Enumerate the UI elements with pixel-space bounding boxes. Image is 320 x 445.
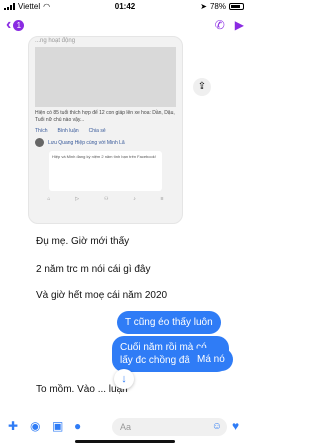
message-bubble: Đụ mẹ. Giờ mới thấy [28,230,138,253]
post-image [35,47,176,107]
menu-icon: ≡ [160,196,164,202]
home-indicator [75,440,175,443]
composer-bar: ✚ ◉ ▣ ● Aa ☺ ♥ [0,415,250,439]
photo-icon[interactable]: ▣ [52,419,63,433]
header-actions: ✆ ▶ [215,18,244,32]
video-icon: ▷ [75,196,80,202]
message-bubble: 2 năm trc m nói cái gì đây [28,258,159,281]
emoji-icon[interactable]: ☺ [212,418,222,436]
location-icon: ➤ [200,2,207,11]
shared-image[interactable]: ...ng hoạt động Hiện có 85 tuổi thích hợ… [28,36,183,224]
post-user-text: Lưu Quang Hiệp cùng với Minh Lã [48,139,125,146]
phone-icon[interactable]: ✆ [215,18,225,32]
conversation-header: ‹ 1 ✆ ▶ [0,14,250,36]
people-icon: ⚇ [103,196,109,202]
post-user-line: Lưu Quang Hiệp cùng với Minh Lã [35,138,176,147]
bell-icon: ♪ [133,196,136,202]
post-actions: Thích Bình luận Chia sẻ [35,128,176,134]
post-caption: Hiện có 85 tuổi thích hợp để 12 con giáp… [35,110,175,123]
battery-group: ➤ 78% [200,2,244,11]
chevron-left-icon: ‹ [6,16,12,33]
comment-action: Bình luận [57,128,79,134]
like-thumb-icon[interactable]: ♥ [232,419,239,433]
message-placeholder: Aa [120,422,132,432]
like-action: Thích [35,128,48,134]
avatar [35,138,44,147]
fb-nav-bar: ⌂ ▷ ⚇ ♪ ≡ [35,194,176,204]
message-bubble: Má nó [189,348,233,371]
unread-badge: 1 [13,19,25,31]
share-icon[interactable]: ⇪ [193,78,211,96]
home-icon: ⌂ [47,196,51,202]
battery-icon [229,3,244,10]
status-bar: Viettel ◠ 01:42 ➤ 78% [0,0,250,14]
microphone-icon[interactable]: ● [74,419,81,433]
friendship-card: Hiệp và Minh đang kỷ niệm 2 năm tình bạn… [49,151,162,191]
message-bubble: T cũng éo thấy luôn [117,311,221,334]
message-bubble: Và giờ hết moẹ cái năm 2020 [28,284,176,307]
scroll-down-button[interactable]: ↓ [114,369,134,389]
back-button[interactable]: ‹ 1 [6,16,25,33]
message-input[interactable]: Aa ☺ [112,418,227,436]
shared-post-header: ...ng hoạt động [35,38,76,44]
share-action: Chia sẻ [88,128,106,134]
plus-icon[interactable]: ✚ [8,419,18,433]
camera-icon[interactable]: ◉ [30,419,40,433]
video-camera-icon[interactable]: ▶ [235,18,244,32]
battery-percent: 78% [209,2,226,11]
